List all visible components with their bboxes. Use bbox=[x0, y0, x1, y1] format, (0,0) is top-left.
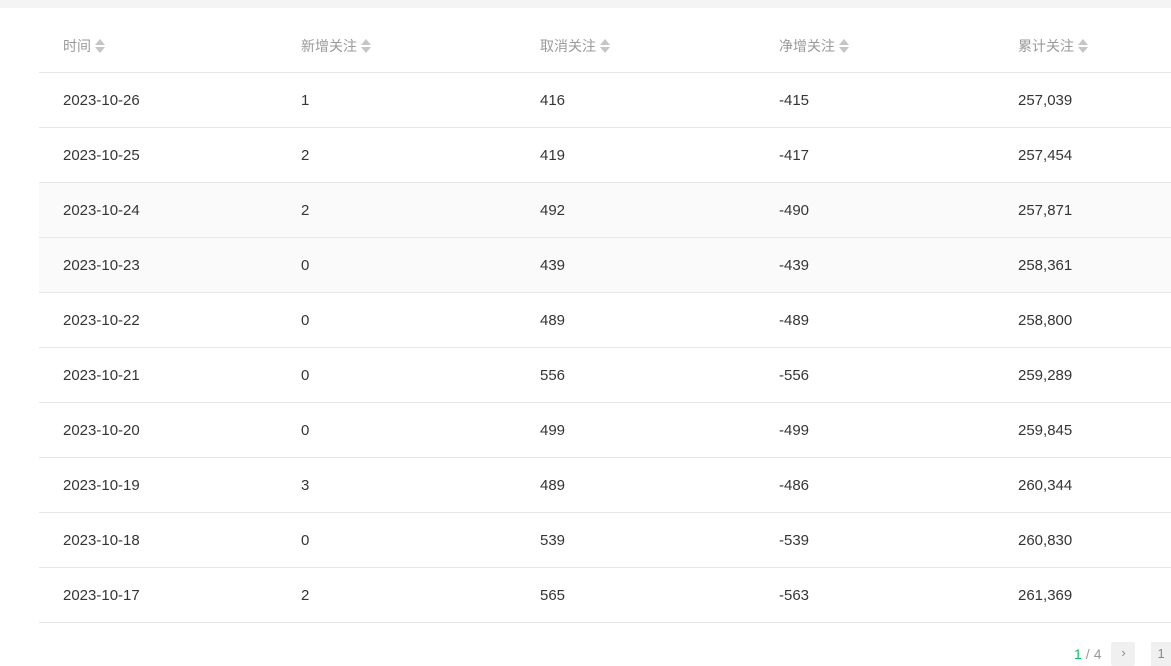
table-row: 2023-10-22 0 489 -489 258,800 bbox=[39, 292, 1171, 348]
table-row: 2023-10-17 2 565 -563 261,369 bbox=[39, 567, 1171, 623]
cell-net-follows: -490 bbox=[755, 182, 994, 238]
cell-unfollows: 419 bbox=[516, 127, 755, 183]
cell-date: 2023-10-19 bbox=[39, 457, 277, 513]
cell-date: 2023-10-20 bbox=[39, 402, 277, 458]
cell-total-follows: 259,289 bbox=[994, 347, 1171, 403]
cell-unfollows: 489 bbox=[516, 292, 755, 348]
cell-net-follows: -415 bbox=[755, 72, 994, 128]
cell-total-follows: 260,344 bbox=[994, 457, 1171, 513]
cell-unfollows: 416 bbox=[516, 72, 755, 128]
stats-table-container: 时间 新增关注 取消关注 净增关注 累计关注 2023-10-26 1 416 … bbox=[39, 20, 1171, 623]
cell-net-follows: -486 bbox=[755, 457, 994, 513]
cell-total-follows: 260,830 bbox=[994, 512, 1171, 568]
cell-net-follows: -499 bbox=[755, 402, 994, 458]
sort-icon[interactable] bbox=[600, 39, 610, 53]
header-new-follows[interactable]: 新增关注 bbox=[277, 20, 516, 73]
header-date-label: 时间 bbox=[63, 38, 91, 54]
sort-icon[interactable] bbox=[1078, 39, 1088, 53]
cell-date: 2023-10-25 bbox=[39, 127, 277, 183]
cell-unfollows: 489 bbox=[516, 457, 755, 513]
header-total-follows[interactable]: 累计关注 bbox=[994, 20, 1171, 73]
header-unfollows-label: 取消关注 bbox=[540, 38, 596, 54]
cell-date: 2023-10-22 bbox=[39, 292, 277, 348]
cell-net-follows: -489 bbox=[755, 292, 994, 348]
page-jump-input[interactable]: 1 bbox=[1151, 642, 1171, 666]
cell-unfollows: 539 bbox=[516, 512, 755, 568]
table-row: 2023-10-19 3 489 -486 260,344 bbox=[39, 457, 1171, 513]
table-row: 2023-10-18 0 539 -539 260,830 bbox=[39, 512, 1171, 568]
cell-unfollows: 556 bbox=[516, 347, 755, 403]
table-row: 2023-10-20 0 499 -499 259,845 bbox=[39, 402, 1171, 458]
cell-date: 2023-10-18 bbox=[39, 512, 277, 568]
sort-icon[interactable] bbox=[361, 39, 371, 53]
header-date[interactable]: 时间 bbox=[39, 20, 277, 73]
cell-new-follows: 0 bbox=[277, 292, 516, 348]
cell-net-follows: -563 bbox=[755, 567, 994, 623]
header-unfollows[interactable]: 取消关注 bbox=[516, 20, 755, 73]
cell-total-follows: 257,871 bbox=[994, 182, 1171, 238]
cell-new-follows: 0 bbox=[277, 512, 516, 568]
cell-date: 2023-10-26 bbox=[39, 72, 277, 128]
cell-total-follows: 258,361 bbox=[994, 237, 1171, 293]
sort-icon[interactable] bbox=[839, 39, 849, 53]
table-header-row: 时间 新增关注 取消关注 净增关注 累计关注 bbox=[39, 20, 1171, 73]
pagination: 1 / 4 › 1 bbox=[1074, 642, 1171, 666]
table-row: 2023-10-23 0 439 -439 258,361 bbox=[39, 237, 1171, 293]
table-row: 2023-10-21 0 556 -556 259,289 bbox=[39, 347, 1171, 403]
cell-total-follows: 261,369 bbox=[994, 567, 1171, 623]
pagination-separator: / bbox=[1085, 646, 1090, 662]
table-row: 2023-10-25 2 419 -417 257,454 bbox=[39, 127, 1171, 183]
cell-unfollows: 492 bbox=[516, 182, 755, 238]
cell-new-follows: 0 bbox=[277, 237, 516, 293]
cell-net-follows: -417 bbox=[755, 127, 994, 183]
cell-new-follows: 3 bbox=[277, 457, 516, 513]
cell-net-follows: -439 bbox=[755, 237, 994, 293]
header-new-follows-label: 新增关注 bbox=[301, 38, 357, 54]
header-net-follows[interactable]: 净增关注 bbox=[755, 20, 994, 73]
chevron-right-icon[interactable]: › bbox=[1111, 642, 1136, 666]
top-shade bbox=[0, 0, 1171, 8]
cell-new-follows: 2 bbox=[277, 182, 516, 238]
cell-new-follows: 1 bbox=[277, 72, 516, 128]
cell-new-follows: 2 bbox=[277, 567, 516, 623]
cell-total-follows: 257,039 bbox=[994, 72, 1171, 128]
cell-total-follows: 259,845 bbox=[994, 402, 1171, 458]
cell-unfollows: 499 bbox=[516, 402, 755, 458]
cell-new-follows: 0 bbox=[277, 347, 516, 403]
table-row: 2023-10-26 1 416 -415 257,039 bbox=[39, 72, 1171, 128]
cell-date: 2023-10-17 bbox=[39, 567, 277, 623]
pagination-total-pages: 4 bbox=[1093, 646, 1102, 662]
table-row: 2023-10-24 2 492 -490 257,871 bbox=[39, 182, 1171, 238]
header-net-follows-label: 净增关注 bbox=[779, 38, 835, 54]
cell-unfollows: 565 bbox=[516, 567, 755, 623]
cell-new-follows: 2 bbox=[277, 127, 516, 183]
cell-date: 2023-10-23 bbox=[39, 237, 277, 293]
pagination-current-page: 1 bbox=[1074, 646, 1082, 662]
cell-net-follows: -539 bbox=[755, 512, 994, 568]
cell-total-follows: 257,454 bbox=[994, 127, 1171, 183]
cell-date: 2023-10-21 bbox=[39, 347, 277, 403]
cell-total-follows: 258,800 bbox=[994, 292, 1171, 348]
cell-date: 2023-10-24 bbox=[39, 182, 277, 238]
header-total-follows-label: 累计关注 bbox=[1018, 38, 1074, 54]
cell-new-follows: 0 bbox=[277, 402, 516, 458]
cell-unfollows: 439 bbox=[516, 237, 755, 293]
follower-stats-table: 时间 新增关注 取消关注 净增关注 累计关注 2023-10-26 1 416 … bbox=[39, 20, 1171, 623]
sort-icon[interactable] bbox=[95, 39, 105, 53]
cell-net-follows: -556 bbox=[755, 347, 994, 403]
